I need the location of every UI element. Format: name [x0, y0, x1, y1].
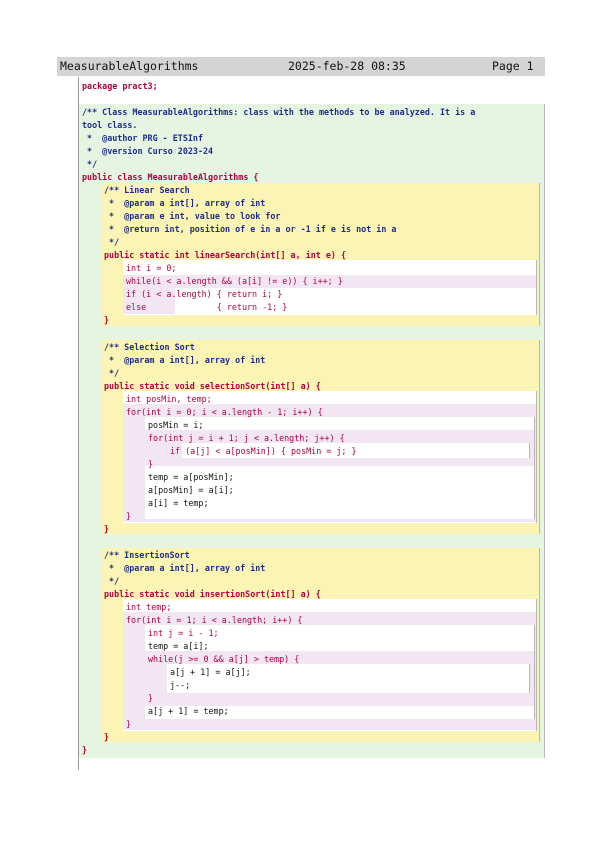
code-line: */ [104, 367, 119, 380]
code-line: * @param a int[], array of int [104, 354, 265, 367]
print-date: 2025-feb-28 08:35 [288, 59, 406, 73]
code-line: a[j + 1] = temp; [148, 705, 229, 718]
code-line: while(j >= 0 && a[j] > temp) { [148, 653, 299, 666]
code-line: if (i < a.length) { return i; } [126, 288, 282, 301]
code-line: } [126, 718, 131, 731]
code-line: } [148, 458, 153, 471]
page-number: Page 1 [492, 59, 534, 73]
page-header: MeasurableAlgorithms 2025-feb-28 08:35 P… [57, 57, 545, 76]
code-line: * @param a int[], array of int [104, 562, 265, 575]
code-line: } [148, 692, 153, 705]
code-line: int posMin, temp; [126, 393, 212, 406]
code-line: } [126, 510, 131, 523]
code-line: } [104, 314, 109, 327]
code-line: public static void selectionSort(int[] a… [104, 380, 321, 393]
code-line: a[j + 1] = a[j]; [170, 666, 251, 679]
code-line: for(int j = i + 1; j < a.length; j++) { [148, 432, 345, 445]
code-line: * @author PRG - ETSInf [82, 132, 203, 145]
code-line: /** InsertionSort [104, 549, 190, 562]
code-line: */ [104, 236, 119, 249]
code-line: /** Class MeasurableAlgorithms: class wi… [82, 106, 475, 119]
code-line: while(i < a.length && (a[i] != e)) { i++… [126, 275, 343, 288]
code-line: /** Selection Sort [104, 341, 195, 354]
code-line: else { return -1; } [126, 301, 287, 314]
code-line: } [82, 744, 87, 757]
code-line: for(int i = 1; i < a.length; i++) { [126, 614, 302, 627]
code-line: } [104, 523, 109, 536]
code-line: public static int linearSearch(int[] a, … [104, 249, 346, 262]
file-name: MeasurableAlgorithms [60, 59, 198, 73]
code-line: int j = i - 1; [148, 627, 219, 640]
code-line: /** Linear Search [104, 184, 190, 197]
code-line: a[i] = temp; [148, 497, 209, 510]
code-line: temp = a[posMin]; [148, 471, 234, 484]
code-line: for(int i = 0; i < a.length - 1; i++) { [126, 406, 323, 419]
code-line: public class MeasurableAlgorithms { [82, 171, 258, 184]
code-line: * @version Curso 2023-24 [82, 145, 213, 158]
code-line: */ [104, 575, 119, 588]
code-line: public static void insertionSort(int[] a… [104, 588, 321, 601]
code-line: int i = 0; [126, 262, 176, 275]
code-line: j--; [170, 679, 190, 692]
code-line: tool class. [82, 119, 137, 132]
code-line: int temp; [126, 601, 171, 614]
code-line: } [104, 731, 109, 744]
code-line: */ [82, 158, 97, 171]
code-line: if (a[j] < a[posMin]) { posMin = j; } [170, 445, 357, 458]
code-line: a[posMin] = a[i]; [148, 484, 234, 497]
code-line: posMin = i; [148, 419, 203, 432]
code-line: * @return int, position of e in a or -1 … [104, 223, 396, 236]
code-line: * @param a int[], array of int [104, 197, 265, 210]
code-line: package pract3; [82, 80, 158, 93]
code-line: temp = a[i]; [148, 640, 209, 653]
code-line: * @param e int, value to look for [104, 210, 280, 223]
